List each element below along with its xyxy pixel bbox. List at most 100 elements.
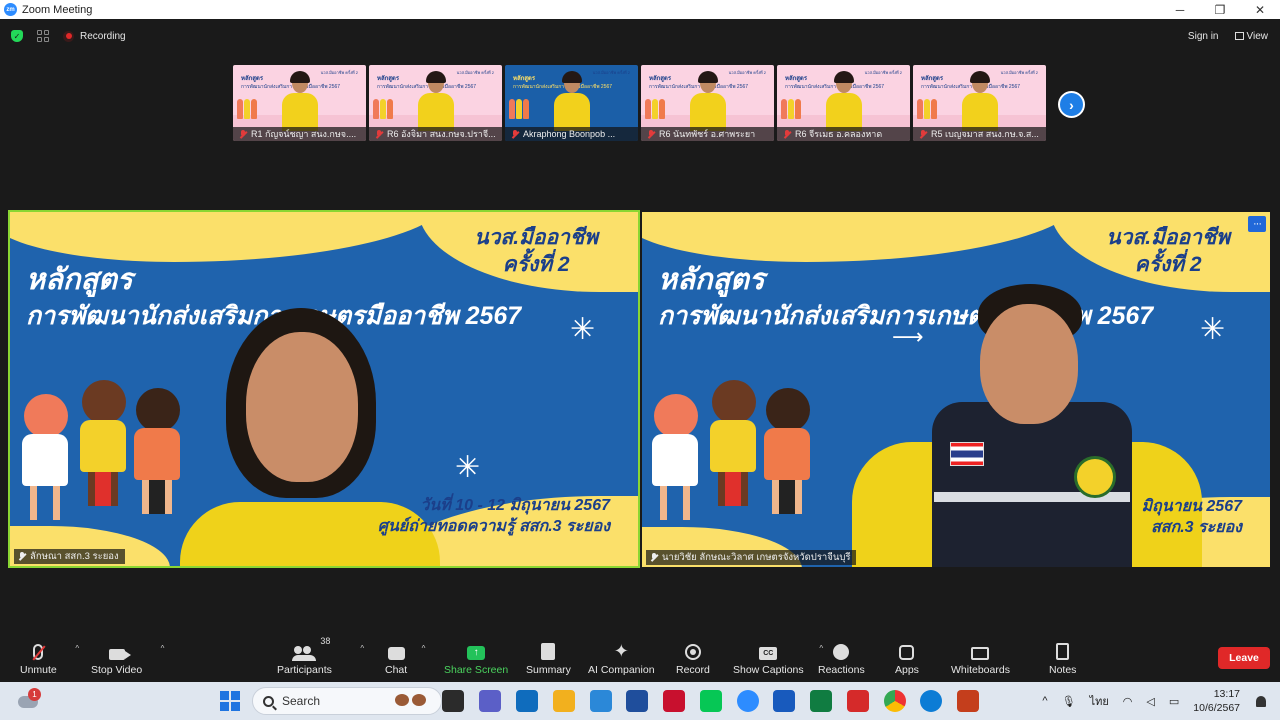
- edge-icon[interactable]: [920, 690, 942, 712]
- thumb-slide-badge: นวส.มืออาชีพ ครั้งที่ 2: [864, 70, 902, 75]
- stop-video-button[interactable]: ^ Stop Video: [91, 640, 164, 676]
- slide-badge: นวส.มืออาชีพ ครั้งที่ 2: [474, 226, 598, 277]
- microphone-icon[interactable]: 🎙: [1062, 695, 1076, 708]
- antivirus-icon[interactable]: [663, 690, 685, 712]
- whiteboard-icon: [971, 647, 990, 660]
- show-hidden-icons-chevron[interactable]: ^: [1042, 695, 1047, 707]
- thumb-kids-illustration: [237, 99, 257, 119]
- summary-icon: [541, 643, 556, 660]
- thumb-slide-title: หลักสูตร: [921, 76, 944, 82]
- sparkle-icon: ✳: [1200, 313, 1226, 346]
- notifications-bell-icon[interactable]: [1256, 695, 1266, 707]
- participant-thumbnail[interactable]: นวส.มืออาชีพ ครั้งที่ 2 หลักสูตร การพัฒนาน…: [505, 65, 638, 141]
- leave-button[interactable]: Leave: [1218, 647, 1270, 669]
- clock[interactable]: 13:17 10/6/2567: [1193, 687, 1240, 715]
- wifi-icon[interactable]: ◠: [1123, 695, 1133, 708]
- unmute-button[interactable]: ^ Unmute: [20, 640, 79, 676]
- recording-indicator[interactable]: Recording: [63, 30, 126, 42]
- taskbar-search[interactable]: Search: [252, 687, 442, 715]
- thumb-kids-illustration: [373, 99, 393, 119]
- participant-thumbnail[interactable]: นวส.มืออาชีพ ครั้งที่ 2 หลักสูตร การพัฒนาน…: [369, 65, 502, 141]
- ai-companion-button[interactable]: ✦ AI Companion: [588, 640, 655, 676]
- thumb-participant-video: [825, 71, 862, 131]
- agency-badge-icon: [1074, 456, 1116, 498]
- chat-options-caret[interactable]: ^: [422, 644, 426, 653]
- share-screen-button[interactable]: ↑ Share Screen: [444, 640, 508, 676]
- audio-options-caret[interactable]: ^: [75, 644, 79, 653]
- calculator-icon[interactable]: [626, 690, 648, 712]
- participant-thumbnail[interactable]: นวส.มืออาชีพ ครั้งที่ 2 หลักสูตร การพัฒนาน…: [233, 65, 366, 141]
- apps-icon: [899, 645, 915, 660]
- participant-thumbnail[interactable]: นวส.มืออาชีพ ครั้งที่ 2 หลักสูตร การพัฒนาน…: [913, 65, 1046, 141]
- arrow-icon: ⟶: [892, 324, 924, 349]
- line-app-icon[interactable]: [700, 690, 722, 712]
- whiteboards-button[interactable]: Whiteboards: [951, 640, 1010, 676]
- weather-widget[interactable]: 1: [16, 688, 41, 712]
- next-page-button[interactable]: ›: [1058, 91, 1085, 118]
- thumb-kids-illustration: [781, 99, 801, 119]
- maximize-button[interactable]: ❐: [1200, 0, 1240, 19]
- thumb-slide-badge: นวส.มืออาชีพ ครั้งที่ 2: [728, 70, 766, 75]
- thumb-name-caption: Akraphong Boonpob ...: [505, 127, 638, 141]
- start-button[interactable]: [219, 690, 241, 712]
- mic-muted-icon: [18, 552, 26, 561]
- thumb-slide-title: หลักสูตร: [649, 76, 672, 82]
- system-tray: ^ 🎙 ไทย ◠ ◁ ▭ 13:17 10/6/2567: [1042, 682, 1280, 720]
- participants-icon: [292, 646, 317, 661]
- minimize-button[interactable]: ─: [1160, 0, 1200, 19]
- mail-icon[interactable]: [516, 690, 538, 712]
- search-icon: [263, 695, 274, 707]
- chrome-icon[interactable]: [884, 690, 906, 712]
- zoom-app-icon: zm: [4, 3, 17, 16]
- sparkle-icon: ✳: [570, 313, 596, 346]
- apps-button[interactable]: Apps: [895, 640, 919, 676]
- task-view-icon[interactable]: [442, 690, 464, 712]
- language-indicator[interactable]: ไทย: [1090, 692, 1109, 710]
- slide-wave-decoration: [10, 212, 450, 262]
- mic-muted-icon: [783, 129, 791, 139]
- participants-options-caret[interactable]: ^: [360, 644, 364, 653]
- participant-thumbnail[interactable]: นวส.มืออาชีพ ครั้งที่ 2 หลักสูตร การพัฒนาน…: [777, 65, 910, 141]
- windows-taskbar: 1 Search ^ 🎙 ไทย ◠ ◁ ▭ 13:17 10/6/2567: [0, 682, 1280, 720]
- zoom-taskbar-icon[interactable]: [737, 690, 759, 712]
- excel-icon[interactable]: [810, 690, 832, 712]
- file-explorer-icon[interactable]: [553, 690, 575, 712]
- chat-button[interactable]: ^ Chat: [385, 640, 425, 676]
- thumb-participant-video: [281, 71, 318, 131]
- meeting-controls-toolbar: ^ Unmute ^ Stop Video 38 ^ Participants ^ Cha…: [0, 632, 1280, 682]
- volume-icon[interactable]: ◁: [1146, 695, 1154, 708]
- close-window-button[interactable]: ✕: [1240, 0, 1280, 19]
- captions-cc-icon: CC: [759, 647, 778, 660]
- record-button[interactable]: Record: [676, 640, 710, 676]
- share-screen-icon: ↑: [467, 646, 486, 660]
- kid-illustration: [22, 394, 68, 520]
- powerpoint-icon[interactable]: [957, 690, 979, 712]
- search-highlight-icon: [395, 694, 431, 708]
- reactions-button[interactable]: Reactions: [818, 640, 865, 676]
- video-options-caret[interactable]: ^: [161, 644, 165, 653]
- show-captions-button[interactable]: CC ^ Show Captions: [733, 640, 823, 676]
- store-icon[interactable]: [590, 690, 612, 712]
- video-options-button[interactable]: ···: [1248, 216, 1266, 232]
- notes-button[interactable]: Notes: [1049, 640, 1076, 676]
- kid-illustration: [764, 388, 810, 514]
- acrobat-icon[interactable]: [847, 690, 869, 712]
- battery-icon[interactable]: ▭: [1169, 695, 1179, 708]
- meeting-info-grid-icon[interactable]: [37, 30, 49, 42]
- video-tile-left[interactable]: นวส.มืออาชีพ ครั้งที่ 2 หลักสูตร การพัฒนา…: [8, 210, 640, 568]
- encryption-shield-icon[interactable]: ✓: [11, 30, 23, 42]
- slide-badge: นวส.มืออาชีพ ครั้งที่ 2: [1106, 226, 1230, 277]
- word-icon[interactable]: [773, 690, 795, 712]
- sign-in-link[interactable]: Sign in: [1188, 31, 1219, 42]
- thumb-name-caption: R6 อังจิมา สนง.กษจ.ปราจี...: [369, 127, 502, 141]
- participants-button[interactable]: 38 ^ Participants: [277, 636, 364, 676]
- participant-thumbnail[interactable]: นวส.มืออาชีพ ครั้งที่ 2 หลักสูตร การพัฒนาน…: [641, 65, 774, 141]
- summary-button[interactable]: Summary: [526, 640, 571, 676]
- thumb-slide-badge: นวส.มืออาชีพ ครั้งที่ 2: [456, 70, 494, 75]
- video-tile-right[interactable]: นวส.มืออาชีพ ครั้งที่ 2 หลักสูตร การพัฒนา…: [642, 212, 1270, 567]
- teams-chat-icon[interactable]: [479, 690, 501, 712]
- ai-sparkle-icon: ✦: [613, 641, 629, 661]
- thumb-kids-illustration: [917, 99, 937, 119]
- kid-illustration: [80, 380, 126, 506]
- view-button[interactable]: View: [1234, 31, 1268, 42]
